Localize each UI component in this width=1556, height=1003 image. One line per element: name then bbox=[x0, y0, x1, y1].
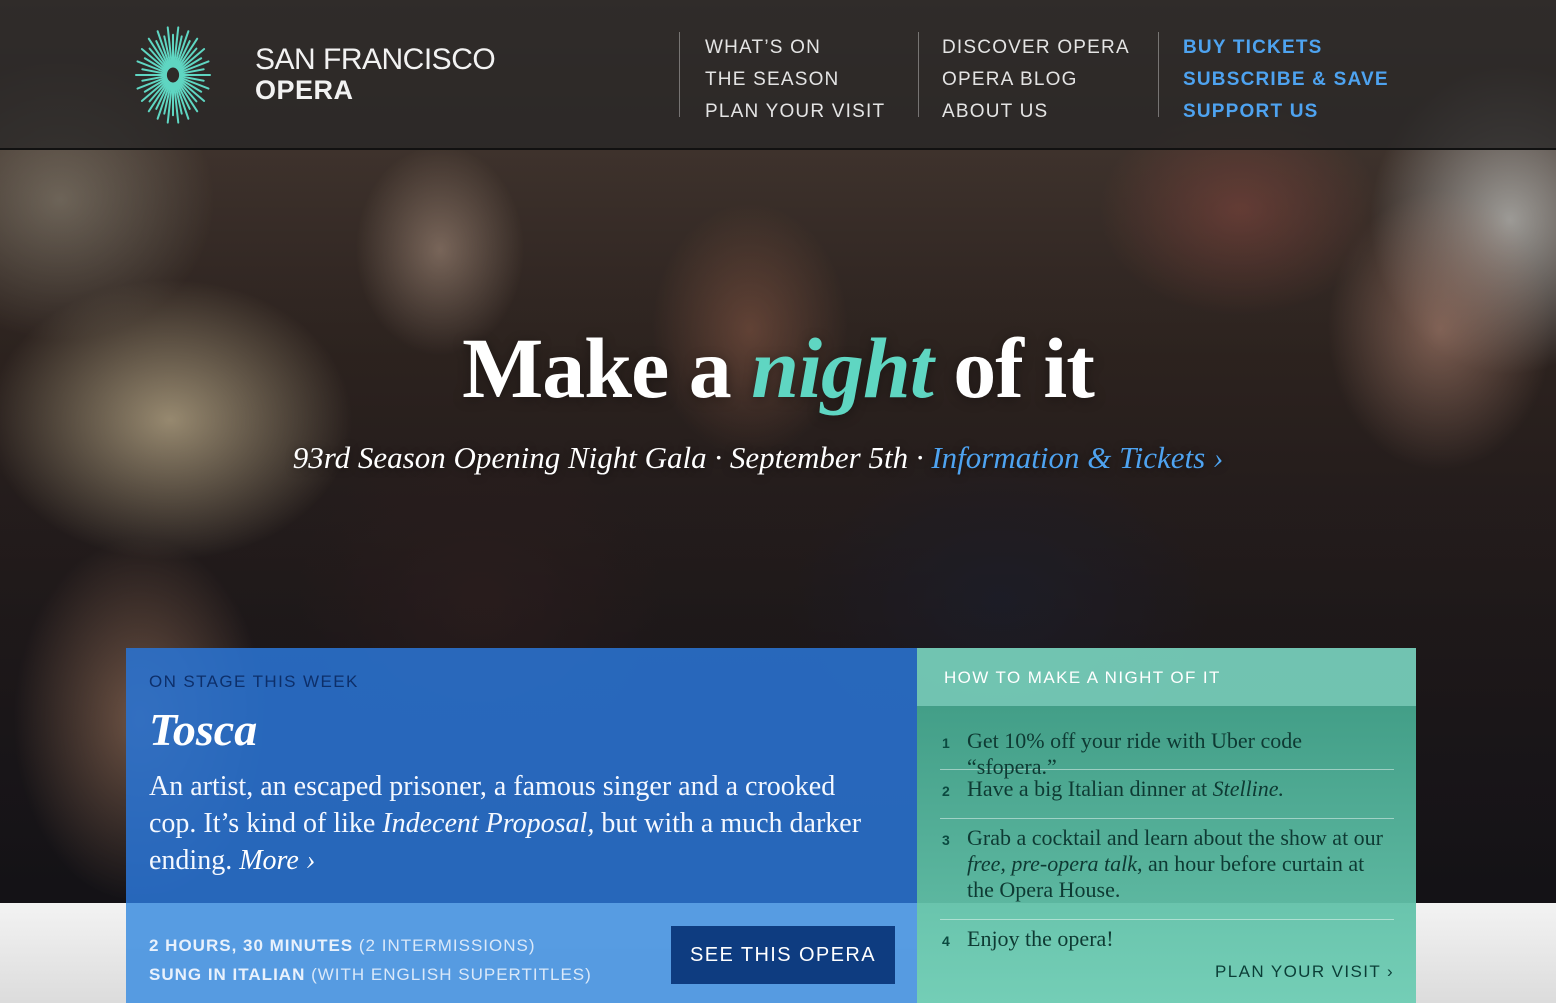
tip-text: Have a big Italian dinner at Stelline. bbox=[967, 776, 1284, 810]
language: SUNG IN ITALIAN bbox=[149, 965, 306, 984]
site-header: SAN FRANCISCO OPERA WHAT’S ON THE SEASON… bbox=[0, 0, 1556, 150]
nav-about-us[interactable]: ABOUT US bbox=[942, 96, 1130, 128]
hero-title-post: of it bbox=[932, 320, 1095, 416]
nav-buy-tickets[interactable]: BUY TICKETS bbox=[1183, 32, 1389, 64]
hero-subtitle: 93rd Season Opening Night Gala · Septemb… bbox=[0, 440, 1516, 476]
list-item: 3 Grab a cocktail and learn about the sh… bbox=[940, 819, 1394, 920]
tip-text: Get 10% off your ride with Uber code “sf… bbox=[967, 728, 1302, 779]
nav-discover-opera[interactable]: DISCOVER OPERA bbox=[942, 32, 1130, 64]
hero-subtitle-text: 93rd Season Opening Night Gala · Septemb… bbox=[292, 440, 932, 475]
hero-title: Make a night of it bbox=[0, 318, 1556, 418]
tip-text-pre: Grab a cocktail and learn about the show… bbox=[967, 825, 1384, 850]
nav-the-season[interactable]: THE SEASON bbox=[705, 64, 885, 96]
nav-column-2: DISCOVER OPERA OPERA BLOG ABOUT US bbox=[942, 32, 1130, 128]
plan-your-visit-link[interactable]: PLAN YOUR VISIT › bbox=[1215, 962, 1394, 982]
duration-note: (2 INTERMISSIONS) bbox=[358, 936, 536, 955]
tip-number: 3 bbox=[942, 832, 950, 848]
nav-whats-on[interactable]: WHAT’S ON bbox=[705, 32, 885, 64]
hero-title-pre: Make a bbox=[462, 320, 752, 416]
language-line: SUNG IN ITALIAN (WITH ENGLISH SUPERTITLE… bbox=[149, 960, 592, 989]
info-tickets-link[interactable]: Information & Tickets › bbox=[931, 440, 1223, 475]
hero-title-highlight: night bbox=[751, 320, 933, 416]
logo-wordmark: SAN FRANCISCO OPERA bbox=[255, 43, 496, 105]
duration-line: 2 HOURS, 30 MINUTES (2 INTERMISSIONS) bbox=[149, 931, 592, 960]
tip-text: Enjoy the opera! bbox=[967, 926, 1114, 951]
tip-text-pre: Have a big Italian dinner at bbox=[967, 776, 1213, 801]
tip-text: Grab a cocktail and learn about the show… bbox=[967, 825, 1394, 911]
nav-opera-blog[interactable]: OPERA BLOG bbox=[942, 64, 1130, 96]
tip-number: 1 bbox=[942, 735, 950, 751]
see-this-opera-button[interactable]: SEE THIS OPERA bbox=[671, 926, 895, 984]
list-item: 1 Get 10% off your ride with Uber code “… bbox=[940, 722, 1394, 779]
nav-divider bbox=[918, 32, 919, 117]
nav-subscribe-save[interactable]: SUBSCRIBE & SAVE bbox=[1183, 64, 1389, 96]
howto-tips-list: 1 Get 10% off your ride with Uber code “… bbox=[940, 722, 1394, 968]
stelline-link[interactable]: Stelline. bbox=[1213, 776, 1284, 801]
starburst-logo-icon bbox=[135, 26, 211, 124]
logo-line-1: SAN FRANCISCO bbox=[255, 43, 496, 76]
opera-description: An artist, an escaped prisoner, a famous… bbox=[149, 768, 889, 879]
language-note: (WITH ENGLISH SUPERTITLES) bbox=[311, 965, 592, 984]
nav-column-1: WHAT’S ON THE SEASON PLAN YOUR VISIT bbox=[705, 32, 885, 128]
on-stage-eyebrow: ON STAGE THIS WEEK bbox=[149, 672, 359, 691]
tip-number: 2 bbox=[942, 783, 950, 799]
desc-emphasis: Indecent Proposal, bbox=[382, 808, 595, 839]
pre-opera-talk-link[interactable]: free, pre-opera talk bbox=[967, 851, 1137, 876]
nav-divider bbox=[679, 32, 680, 117]
tip-number: 4 bbox=[942, 933, 950, 949]
list-item: 4 Enjoy the opera! bbox=[940, 920, 1394, 968]
opera-meta: 2 HOURS, 30 MINUTES (2 INTERMISSIONS) SU… bbox=[149, 931, 592, 989]
nav-column-3: BUY TICKETS SUBSCRIBE & SAVE SUPPORT US bbox=[1183, 32, 1389, 128]
nav-divider bbox=[1158, 32, 1159, 117]
howto-heading: HOW TO MAKE A NIGHT OF IT bbox=[944, 668, 1221, 687]
logo-line-2: OPERA bbox=[255, 75, 354, 105]
duration: 2 HOURS, 30 MINUTES bbox=[149, 936, 354, 955]
list-item: 2 Have a big Italian dinner at Stelline. bbox=[940, 770, 1394, 819]
nav-support-us[interactable]: SUPPORT US bbox=[1183, 96, 1389, 128]
nav-plan-your-visit[interactable]: PLAN YOUR VISIT bbox=[705, 96, 885, 128]
more-link[interactable]: More › bbox=[239, 845, 315, 876]
opera-title: Tosca bbox=[149, 704, 258, 755]
